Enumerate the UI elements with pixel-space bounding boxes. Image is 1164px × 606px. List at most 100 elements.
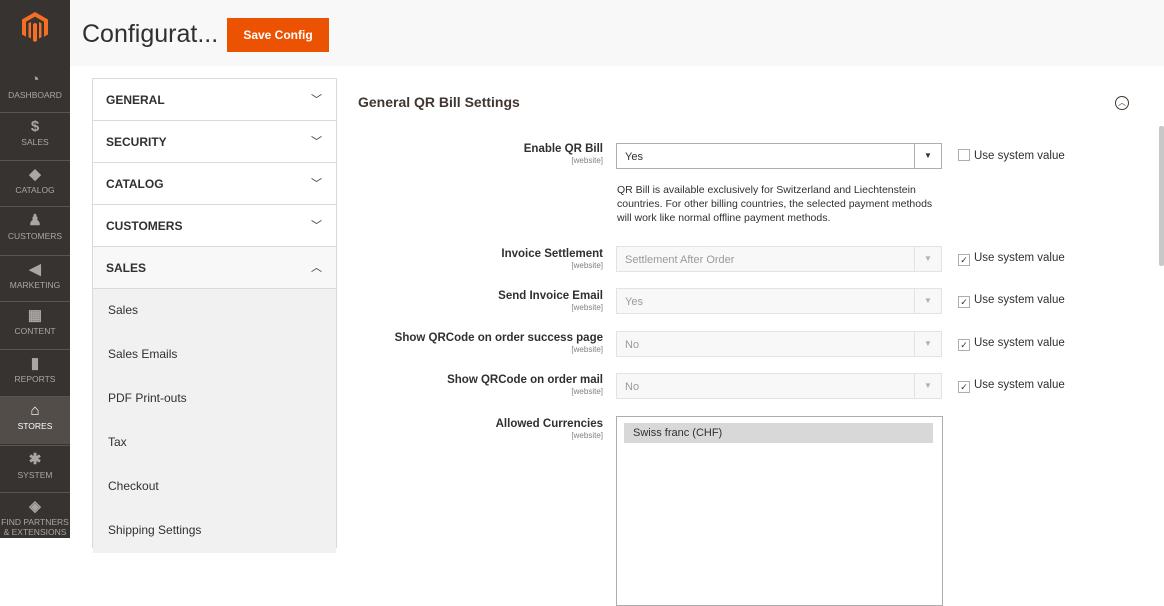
nav-item-label: CONTENT — [14, 326, 56, 336]
nav-item-customers[interactable]: ♟ CUSTOMERS — [0, 206, 70, 254]
tab-item-label: Sales Emails — [108, 347, 178, 361]
field-label-text: Send Invoice Email — [498, 290, 603, 302]
show-qr-success-select[interactable]: No ▼ — [616, 331, 942, 357]
chevron-down-icon: ﹀ — [311, 94, 322, 106]
layout-icon: ▦ — [27, 307, 43, 324]
nav-item-label: REPORTS — [14, 374, 56, 384]
cube-icon: ◈ — [29, 498, 41, 515]
checkbox-checked-icon[interactable]: ✓ — [958, 339, 970, 351]
multiselect-option[interactable]: Swiss franc (CHF) — [624, 423, 933, 443]
checkbox-checked-icon[interactable]: ✓ — [958, 296, 970, 308]
nav-item-sales[interactable]: $ SALES — [0, 112, 70, 160]
tab-item-shipping-settings[interactable]: Shipping Settings — [93, 509, 336, 553]
qr-bill-note: QR Bill is available exclusively for Swi… — [617, 184, 933, 224]
nav-item-catalog[interactable]: ◆ CATALOG — [0, 160, 70, 208]
page-header: Configurat... Save Config — [70, 0, 1164, 66]
enable-qr-bill-select[interactable]: Yes ▼ — [616, 143, 942, 169]
nav-item-find[interactable]: ◈ FIND PARTNERS & EXTENSIONS — [0, 492, 70, 540]
box-icon: ◆ — [29, 166, 41, 183]
chevron-down-icon: ﹀ — [311, 178, 322, 190]
field-label-text: Allowed Currencies — [495, 418, 603, 430]
field-label-enable-qr-bill: Enable QR Bill [website] — [524, 143, 603, 165]
section-title[interactable]: General QR Bill Settings — [358, 94, 520, 110]
checkbox-unchecked-icon[interactable] — [958, 149, 970, 161]
checkbox-label: Use system value — [974, 150, 1065, 162]
scope-label: [website] — [571, 156, 603, 165]
scope-label: [website] — [571, 303, 603, 312]
checkbox-label: Use system value — [974, 294, 1065, 306]
nav-item-label: STORES — [17, 421, 53, 431]
field-label-text: Show QRCode on order mail — [447, 374, 603, 386]
nav-item-label: SYSTEM — [17, 470, 53, 480]
megaphone-icon: ◀ — [29, 261, 41, 278]
collapse-icon[interactable]: ︿ — [1115, 96, 1129, 110]
store-icon: ⌂ — [30, 402, 40, 419]
field-label-text: Enable QR Bill — [523, 143, 603, 155]
tab-label: CATALOG — [106, 177, 164, 191]
select-value: Yes — [625, 151, 643, 163]
checkbox-label: Use system value — [974, 337, 1065, 349]
nav-item-stores[interactable]: ⌂ STORES — [0, 396, 70, 444]
allowed-currencies-multiselect[interactable]: Swiss franc (CHF) — [616, 416, 943, 606]
tab-item-label: Tax — [108, 435, 127, 449]
tab-item-tax[interactable]: Tax — [93, 421, 336, 465]
nav-item-label: SALES — [21, 137, 49, 147]
tab-item-sales-emails[interactable]: Sales Emails — [93, 333, 336, 377]
tab-customers[interactable]: CUSTOMERS ﹀ — [93, 205, 336, 247]
tab-sales[interactable]: SALES ︿ — [93, 247, 336, 289]
tab-item-checkout[interactable]: Checkout — [93, 465, 336, 509]
use-system-value-show-qr-success[interactable]: ✓ Use system value — [958, 337, 1065, 351]
select-value: No — [625, 339, 640, 351]
field-label-text: Invoice Settlement — [501, 248, 603, 260]
field-label-allowed-currencies: Allowed Currencies [website] — [496, 418, 603, 440]
magento-logo-icon — [22, 12, 48, 42]
nav-item-content[interactable]: ▦ CONTENT — [0, 301, 70, 349]
use-system-value-enable[interactable]: Use system value — [958, 149, 1065, 162]
dashboard-icon: ◔ — [30, 71, 40, 88]
dollar-icon: $ — [30, 118, 40, 135]
nav-item-dashboard[interactable]: ◔ DASHBOARD — [0, 66, 70, 114]
scope-label: [website] — [571, 431, 603, 440]
tab-item-sales[interactable]: Sales — [93, 289, 336, 333]
tab-label: SALES — [106, 261, 147, 275]
select-value: No — [625, 381, 640, 393]
magento-logo[interactable] — [0, 0, 70, 66]
scope-label: [website] — [571, 345, 603, 354]
dropdown-arrow-icon: ▼ — [914, 144, 941, 168]
tab-label: SECURITY — [106, 135, 167, 149]
bar-chart-icon: ▮ — [30, 355, 40, 372]
tab-item-label: Sales — [108, 303, 139, 317]
field-label-show-qr-success: Show QRCode on order success page [websi… — [395, 332, 603, 354]
nav-item-label: CATALOG — [15, 185, 55, 195]
dropdown-arrow-icon: ▼ — [914, 289, 941, 313]
send-invoice-email-select[interactable]: Yes ▼ — [616, 288, 942, 314]
tab-security[interactable]: SECURITY ﹀ — [93, 121, 336, 163]
page-scrollbar[interactable] — [1159, 126, 1164, 266]
use-system-value-show-qr-mail[interactable]: ✓ Use system value — [958, 379, 1065, 393]
nav-item-reports[interactable]: ▮ REPORTS — [0, 349, 70, 397]
chevron-down-icon: ﹀ — [311, 136, 322, 148]
tab-catalog[interactable]: CATALOG ﹀ — [93, 163, 336, 205]
tab-label: CUSTOMERS — [106, 219, 183, 233]
dropdown-arrow-icon: ▼ — [914, 374, 941, 398]
checkbox-label: Use system value — [974, 379, 1065, 391]
tab-item-pdf-print-outs[interactable]: PDF Print-outs — [93, 377, 336, 421]
use-system-value-send-invoice-email[interactable]: ✓ Use system value — [958, 294, 1065, 308]
person-icon: ♟ — [28, 212, 42, 229]
show-qr-mail-select[interactable]: No ▼ — [616, 373, 942, 399]
dropdown-arrow-icon: ▼ — [914, 247, 941, 271]
use-system-value-invoice-settlement[interactable]: ✓ Use system value — [958, 252, 1065, 266]
option-label: Swiss franc (CHF) — [633, 427, 723, 439]
nav-item-system[interactable]: ✱ SYSTEM — [0, 445, 70, 493]
checkbox-checked-icon[interactable]: ✓ — [958, 381, 970, 393]
tab-item-label: Shipping Settings — [108, 523, 202, 537]
save-config-button[interactable]: Save Config — [227, 18, 329, 52]
gear-icon: ✱ — [28, 451, 42, 468]
nav-item-label: MARKETING — [9, 280, 61, 290]
tab-general[interactable]: GENERAL ﹀ — [93, 79, 336, 121]
nav-item-marketing[interactable]: ◀ MARKETING — [0, 255, 70, 303]
checkbox-checked-icon[interactable]: ✓ — [958, 254, 970, 266]
checkbox-label: Use system value — [974, 252, 1065, 264]
scope-label: [website] — [571, 387, 603, 396]
invoice-settlement-select[interactable]: Settlement After Order ▼ — [616, 246, 942, 272]
